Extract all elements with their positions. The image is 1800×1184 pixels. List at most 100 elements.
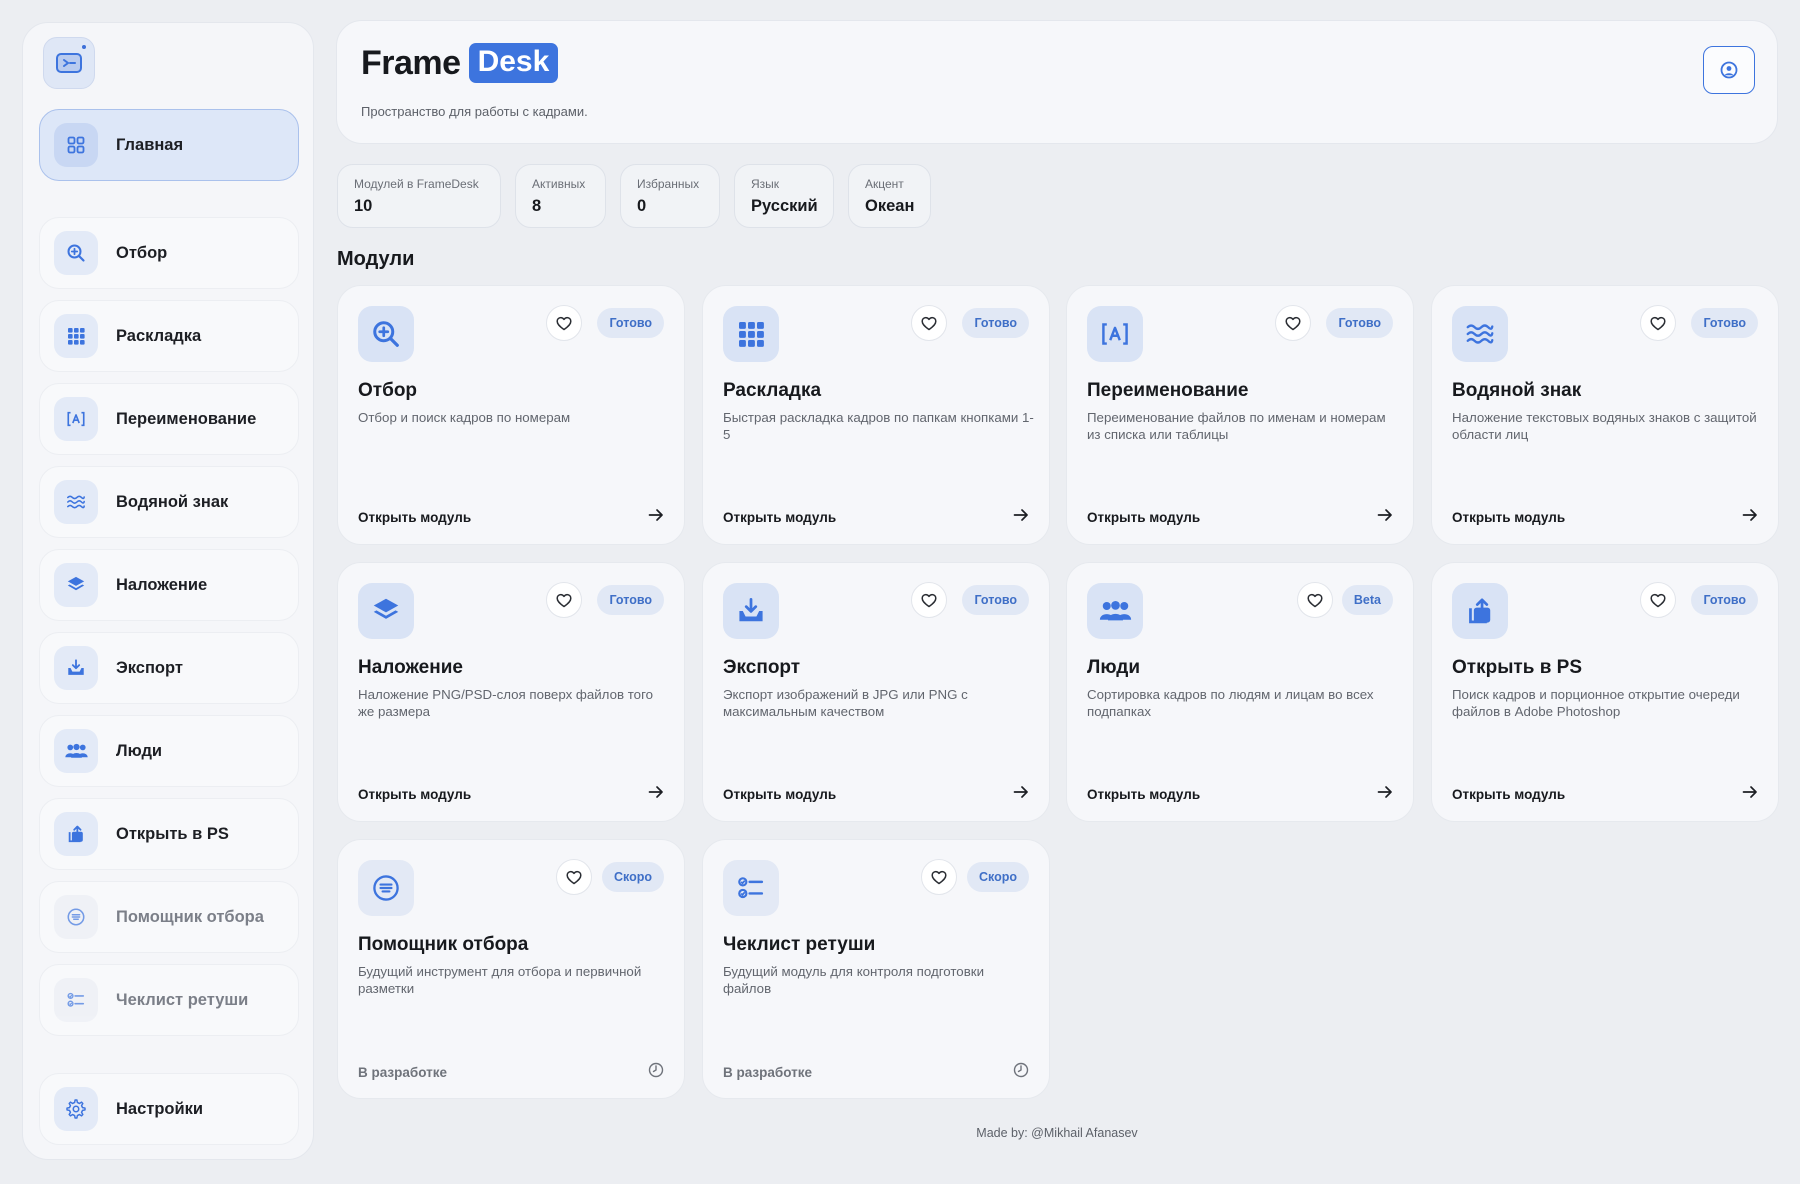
in-development-label: В разработке	[723, 1065, 813, 1080]
open-module-link[interactable]: Открыть модуль	[358, 510, 471, 525]
module-footer[interactable]: Открыть модуль	[1087, 508, 1393, 527]
module-footer[interactable]: Открыть модуль	[1087, 785, 1393, 804]
module-title: Раскладка	[723, 380, 822, 401]
open-module-link[interactable]: Открыть модуль	[1452, 510, 1565, 525]
sidebar-item-rename[interactable]: Переименование	[39, 383, 299, 455]
favorite-heart-icon[interactable]	[1640, 305, 1676, 341]
module-footer: В разработке	[723, 1062, 1029, 1083]
open-module-link[interactable]: Открыть модуль	[1087, 787, 1200, 802]
sidebar-item-label: Главная	[116, 135, 184, 154]
sidebar-item-label: Переименование	[116, 409, 257, 428]
module-title: Экспорт	[723, 657, 801, 678]
favorite-heart-icon[interactable]	[556, 859, 592, 895]
module-footer[interactable]: Открыть модуль	[358, 785, 664, 804]
checklist-icon	[54, 978, 98, 1022]
open-module-link[interactable]: Открыть модуль	[723, 510, 836, 525]
waves-icon	[54, 480, 98, 524]
rename-icon	[1087, 306, 1143, 362]
sidebar-item-zoom-in[interactable]: Отбор	[39, 217, 299, 289]
stat-value: 10	[354, 197, 373, 215]
app-logo[interactable]	[43, 37, 95, 89]
favorite-heart-icon[interactable]	[546, 582, 582, 618]
module-footer: В разработке	[358, 1062, 664, 1083]
open-module-link[interactable]: Открыть модуль	[358, 787, 471, 802]
module-description: Наложение текстовых водяных знаков с защ…	[1452, 410, 1757, 442]
module-description: Сортировка кадров по людям и лицам во вс…	[1087, 687, 1374, 719]
open-external-icon	[1452, 583, 1508, 639]
favorite-heart-icon[interactable]	[1640, 582, 1676, 618]
export-tray-icon	[54, 646, 98, 690]
status-badge: Готово	[597, 585, 664, 615]
sidebar-item-checklist[interactable]: Чеклист ретуши	[39, 964, 299, 1036]
sidebar-item-people[interactable]: Люди	[39, 715, 299, 787]
stat-chip: Акцент Океан	[848, 164, 931, 228]
sidebar-item-gear[interactable]: Настройки	[39, 1073, 299, 1145]
sidebar-item-grid[interactable]: Главная	[39, 109, 299, 181]
stat-label: Избранных	[637, 177, 700, 191]
favorite-heart-icon[interactable]	[1275, 305, 1311, 341]
module-card[interactable]: Готово Переименование Переименование файло…	[1066, 285, 1414, 545]
module-card[interactable]: Скоро Чеклист ретуши Будущий модуль для ко…	[702, 839, 1050, 1099]
clock-icon	[648, 1062, 664, 1083]
sidebar-item-dots-grid[interactable]: Раскладка	[39, 300, 299, 372]
module-title: Переименование	[1087, 380, 1249, 401]
favorite-heart-icon[interactable]	[1297, 582, 1333, 618]
zoom-in-icon	[54, 231, 98, 275]
stat-label: Язык	[751, 177, 780, 191]
module-card[interactable]: Скоро Помощник отбора Будущий инструмент д…	[337, 839, 685, 1099]
gear-icon	[54, 1087, 98, 1131]
module-title: Отбор	[358, 380, 418, 401]
stat-chip: Активных 8	[515, 164, 606, 228]
page-subtitle: Пространство для работы с кадрами.	[361, 104, 588, 119]
module-card[interactable]: Готово Водяной знак Наложение текстовых во…	[1431, 285, 1779, 545]
open-module-link[interactable]: Открыть модуль	[1452, 787, 1565, 802]
sidebar-item-waves[interactable]: Водяной знак	[39, 466, 299, 538]
sidebar-item-label: Настройки	[116, 1099, 204, 1118]
brand-badge: Desk	[468, 43, 559, 83]
status-badge: Готово	[597, 308, 664, 338]
user-circle-icon	[1720, 61, 1738, 79]
module-footer[interactable]: Открыть модуль	[1452, 785, 1758, 804]
status-badge: Beta	[1341, 585, 1393, 615]
module-card[interactable]: Готово Открыть в PS Поиск кадров и порцион…	[1431, 562, 1779, 822]
status-badge: Готово	[962, 585, 1029, 615]
sidebar-item-label: Водяной знак	[116, 492, 229, 511]
sidebar-item-layers[interactable]: Наложение	[39, 549, 299, 621]
favorite-heart-icon[interactable]	[546, 305, 582, 341]
module-title: Открыть в PS	[1452, 657, 1582, 678]
sidebar-item-label: Чеклист ретуши	[116, 990, 249, 1009]
favorite-heart-icon[interactable]	[911, 582, 947, 618]
favorite-heart-icon[interactable]	[921, 859, 957, 895]
module-footer[interactable]: Открыть модуль	[1452, 508, 1758, 527]
module-description: Экспорт изображений в JPG или PNG с макс…	[723, 687, 968, 719]
arrow-right-icon	[1742, 785, 1758, 804]
module-card[interactable]: Beta Люди Сортировка кадров по людям и лиц…	[1066, 562, 1414, 822]
status-badge: Скоро	[966, 862, 1029, 892]
sidebar-item-list-circle[interactable]: Помощник отбора	[39, 881, 299, 953]
in-development-label: В разработке	[358, 1065, 448, 1080]
dots-grid-icon	[723, 306, 779, 362]
arrow-right-icon	[1742, 508, 1758, 527]
module-card[interactable]: Готово Отбор Отбор и поиск кадров по номер…	[337, 285, 685, 545]
module-footer[interactable]: Открыть модуль	[723, 785, 1029, 804]
status-badge: Готово	[1691, 308, 1758, 338]
status-badge: Готово	[962, 308, 1029, 338]
module-title: Водяной знак	[1452, 380, 1582, 401]
list-circle-icon	[358, 860, 414, 916]
arrow-right-icon	[648, 508, 664, 527]
profile-button[interactable]	[1703, 46, 1755, 94]
sidebar-item-open-external[interactable]: Открыть в PS	[39, 798, 299, 870]
module-footer[interactable]: Открыть модуль	[723, 508, 1029, 527]
module-footer[interactable]: Открыть модуль	[358, 508, 664, 527]
logo-icon	[56, 53, 82, 73]
module-card[interactable]: Готово Раскладка Быстрая раскладка кадров …	[702, 285, 1050, 545]
favorite-heart-icon[interactable]	[911, 305, 947, 341]
sidebar-item-export-tray[interactable]: Экспорт	[39, 632, 299, 704]
arrow-right-icon	[1013, 508, 1029, 527]
open-module-link[interactable]: Открыть модуль	[723, 787, 836, 802]
sidebar-item-label: Раскладка	[116, 326, 202, 345]
open-module-link[interactable]: Открыть модуль	[1087, 510, 1200, 525]
status-badge: Готово	[1691, 585, 1758, 615]
module-card[interactable]: Готово Наложение Наложение PNG/PSD-слоя по…	[337, 562, 685, 822]
module-card[interactable]: Готово Экспорт Экспорт изображений в JPG и…	[702, 562, 1050, 822]
